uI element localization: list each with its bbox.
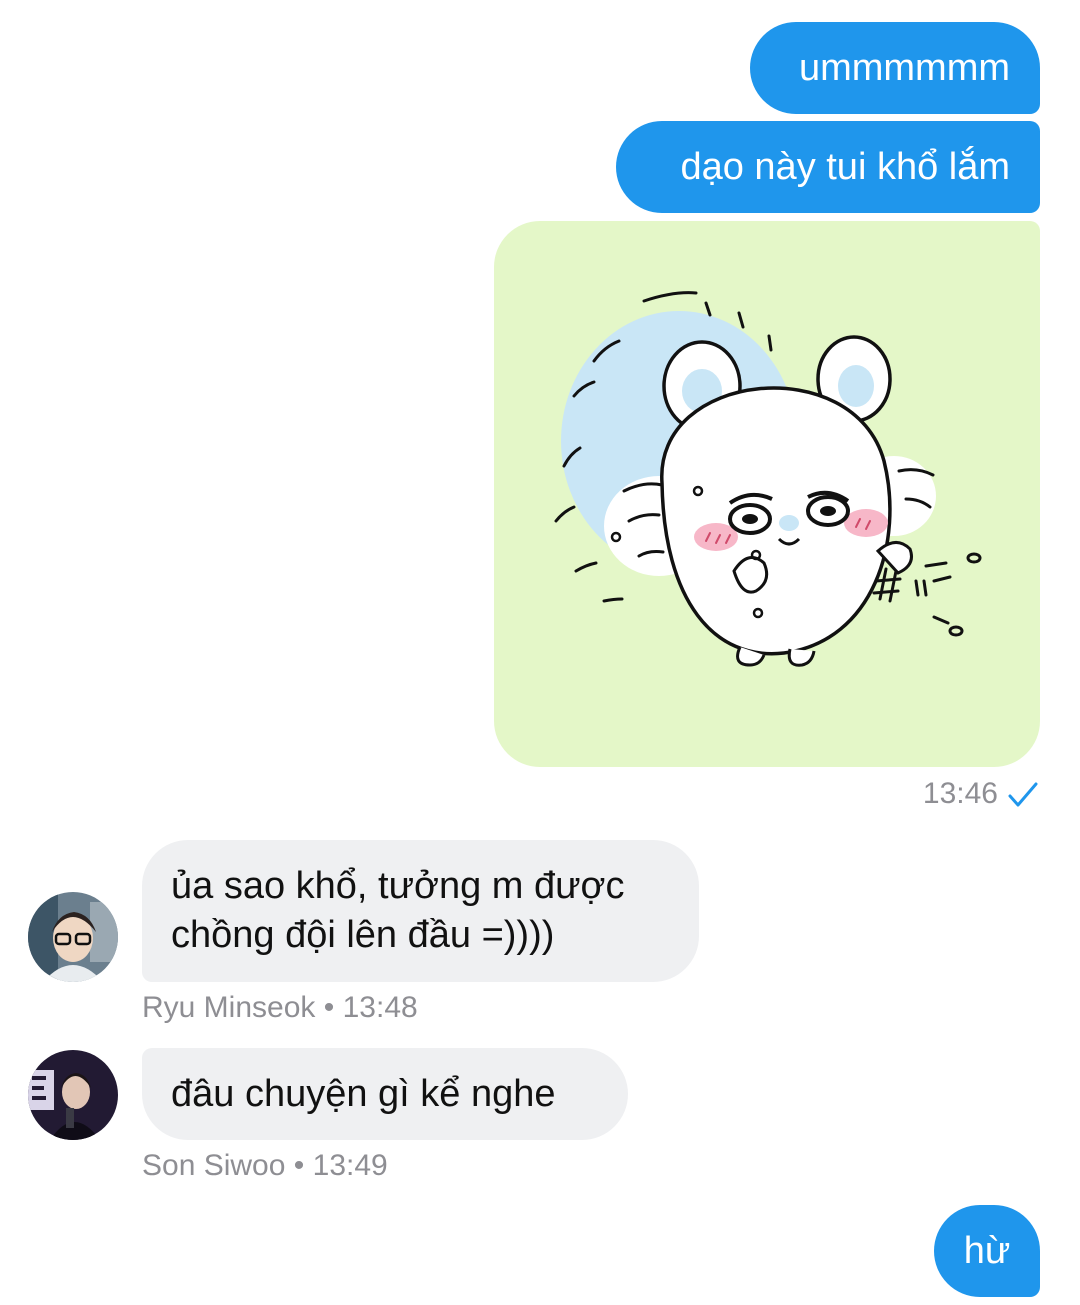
separator-dot: • xyxy=(323,991,335,1024)
incoming-message-bubble[interactable]: ủa sao khổ, tưởng m được chồng đội lên đ… xyxy=(142,840,699,982)
message-text: dạo này tui khổ lắm xyxy=(680,146,1010,188)
outgoing-message-bubble[interactable]: ummmmmm xyxy=(750,22,1040,114)
sender-name: Ryu Minseok xyxy=(142,991,316,1024)
avatar[interactable] xyxy=(28,892,118,982)
message-timestamp: 13:49 xyxy=(312,1149,388,1182)
message-text-line: chồng đội lên đầu =)))) xyxy=(171,914,555,956)
outgoing-message-bubble[interactable]: dạo này tui khổ lắm xyxy=(616,121,1040,213)
white-hamster-sticker xyxy=(554,291,982,667)
message-meta: Son Siwoo • 13:49 xyxy=(142,1148,388,1184)
sender-name: Son Siwoo xyxy=(142,1149,286,1182)
incoming-message-bubble[interactable]: đâu chuyện gì kể nghe xyxy=(142,1048,628,1140)
message-text: ummmmmm xyxy=(798,47,1010,89)
outgoing-message-bubble[interactable]: hừ xyxy=(934,1205,1040,1297)
separator-dot: • xyxy=(293,1149,305,1182)
message-timestamp: 13:48 xyxy=(342,991,418,1024)
hamster-sticker-message[interactable] xyxy=(494,221,1040,767)
checkmark-icon xyxy=(1008,782,1038,807)
avatar[interactable] xyxy=(28,1050,118,1140)
message-text-line: ủa sao khổ, tưởng m được xyxy=(171,865,625,907)
message-timestamp: 13:46 xyxy=(922,777,998,810)
message-meta: Ryu Minseok • 13:48 xyxy=(142,990,418,1026)
message-text: hừ xyxy=(963,1230,1011,1272)
user-photo-icon xyxy=(28,892,118,982)
user-photo-icon xyxy=(28,1050,118,1140)
message-text: đâu chuyện gì kể nghe xyxy=(171,1073,556,1115)
